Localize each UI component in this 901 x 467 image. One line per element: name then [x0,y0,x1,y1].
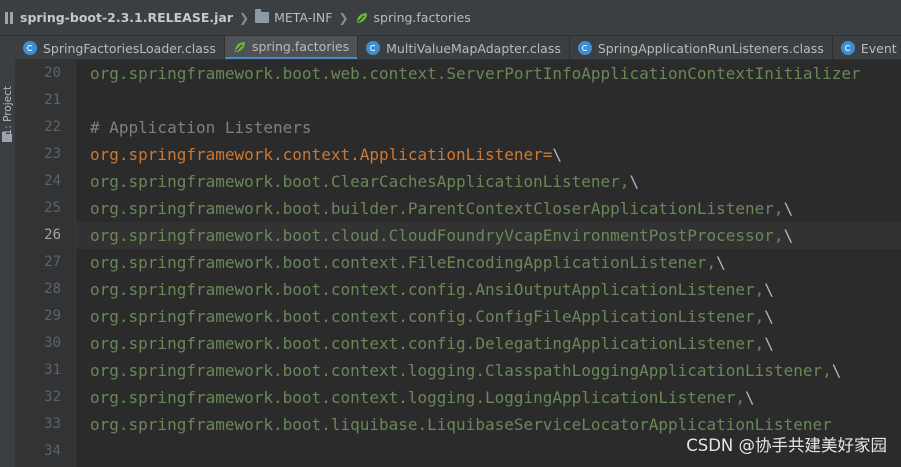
class-icon [577,41,592,55]
breadcrumb-jar-label: spring-boot-2.3.1.RELEASE.jar [20,10,234,25]
line-continuation: \ [552,145,563,164]
line-number: 31 [44,362,61,378]
chevron-right-icon: ❯ [338,10,349,25]
line-number: 21 [44,92,61,108]
tab-label: SpringFactoriesLoader.class [43,40,216,56]
code-line[interactable]: org.springframework.boot.context.config.… [76,303,901,330]
breadcrumb: spring-boot-2.3.1.RELEASE.jar ❯ META-INF… [0,0,901,36]
code-editor[interactable]: org.springframework.boot.web.context.Ser… [76,60,901,467]
property-value: org.springframework.boot.context.logging… [90,361,832,380]
code-line[interactable]: org.springframework.boot.context.logging… [76,357,901,384]
tab-label: Event [860,40,897,56]
chevron-right-icon: ❯ [239,10,250,25]
property-key: org.springframework.context.ApplicationL… [90,145,553,164]
tab-label: SpringApplicationRunListeners.class [597,40,824,56]
line-number-gutter: 20 21 22 23 24 25 26 27 28 29 30 31 32 33 34 [15,60,76,467]
line-number: 22 [44,119,61,135]
property-value: org.springframework.boot.builder.ParentC… [90,199,784,218]
line-number: 32 [44,389,61,405]
tab-2[interactable]: MultiValueMapAdapter.class [358,36,570,59]
breadcrumb-file[interactable]: spring.factories [355,10,471,25]
line-number: 23 [44,146,61,162]
left-tool-strip: 1: Project [0,36,16,467]
code-line[interactable]: org.springframework.context.ApplicationL… [76,141,901,168]
class-icon [23,41,37,55]
breadcrumb-folder[interactable]: META-INF [255,9,333,25]
spring-leaf-icon [234,41,245,52]
project-tool-button[interactable]: 1: Project [2,86,14,135]
code-line[interactable]: org.springframework.boot.builder.ParentC… [76,195,901,222]
code-line[interactable]: org.springframework.boot.context.config.… [76,276,901,303]
watermark: CSDN @协手共建美好家园 [686,436,887,455]
breadcrumb-jar[interactable]: spring-boot-2.3.1.RELEASE.jar [4,10,233,25]
project-folder-icon [2,132,12,142]
code-line[interactable]: # Application Listeners [76,114,901,141]
line-number: 25 [44,200,61,216]
code-line[interactable]: org.springframework.boot.web.context.Ser… [76,60,901,87]
line-continuation: \ [629,172,640,191]
line-number: 34 [44,443,61,459]
line-continuation: \ [831,361,842,380]
line-number: 28 [44,281,61,297]
tab-4[interactable]: Event [833,36,901,59]
line-continuation: \ [783,226,794,245]
tab-label: spring.factories [251,39,350,54]
line-number: 33 [44,416,61,432]
breadcrumb-file-label: spring.factories [373,10,471,25]
property-value: org.springframework.boot.context.config.… [90,307,765,326]
tab-3[interactable]: SpringApplicationRunListeners.class [570,36,833,59]
tab-label: MultiValueMapAdapter.class [386,40,561,56]
editor-tabs: SpringFactoriesLoader.class spring.factor… [15,36,901,60]
line-continuation: \ [764,334,774,353]
line-continuation: \ [783,199,794,218]
code-comment: # Application Listeners [90,118,312,137]
property-value: org.springframework.boot.web.context.Ser… [90,64,861,83]
property-value: org.springframework.boot.context.logging… [90,388,746,407]
line-number: 30 [44,335,61,351]
code-line[interactable]: org.springframework.boot.context.logging… [76,384,901,411]
code-line[interactable]: org.springframework.boot.context.config.… [76,330,901,357]
class-icon [840,41,855,55]
line-continuation: \ [716,253,726,272]
property-value: org.springframework.boot.ClearCachesAppl… [90,172,630,191]
line-number: 24 [44,173,61,189]
property-value: org.springframework.boot.cloud.CloudFoun… [90,226,784,245]
code-line[interactable] [76,87,901,114]
line-continuation: \ [764,280,774,299]
jar-icon [4,11,14,25]
line-number: 29 [44,308,61,324]
code-line[interactable]: org.springframework.boot.cloud.CloudFoun… [76,222,901,249]
property-value: org.springframework.boot.context.FileEnc… [90,253,717,272]
breadcrumb-folder-label: META-INF [274,10,333,25]
line-continuation: \ [764,307,774,326]
folder-icon [255,9,270,23]
class-icon [366,41,381,55]
line-number: 27 [44,254,61,270]
tab-1[interactable]: spring.factories [224,36,359,59]
line-continuation: \ [745,388,755,407]
line-number: 26 [44,227,61,243]
spring-leaf-icon [356,12,367,23]
property-value: org.springframework.boot.context.config.… [90,280,765,299]
code-line[interactable]: org.springframework.boot.context.FileEnc… [76,249,901,276]
property-value: org.springframework.boot.context.config.… [90,334,765,353]
code-line[interactable]: org.springframework.boot.ClearCachesAppl… [76,168,901,195]
tab-0[interactable]: SpringFactoriesLoader.class [15,36,225,59]
line-number: 20 [44,65,61,81]
